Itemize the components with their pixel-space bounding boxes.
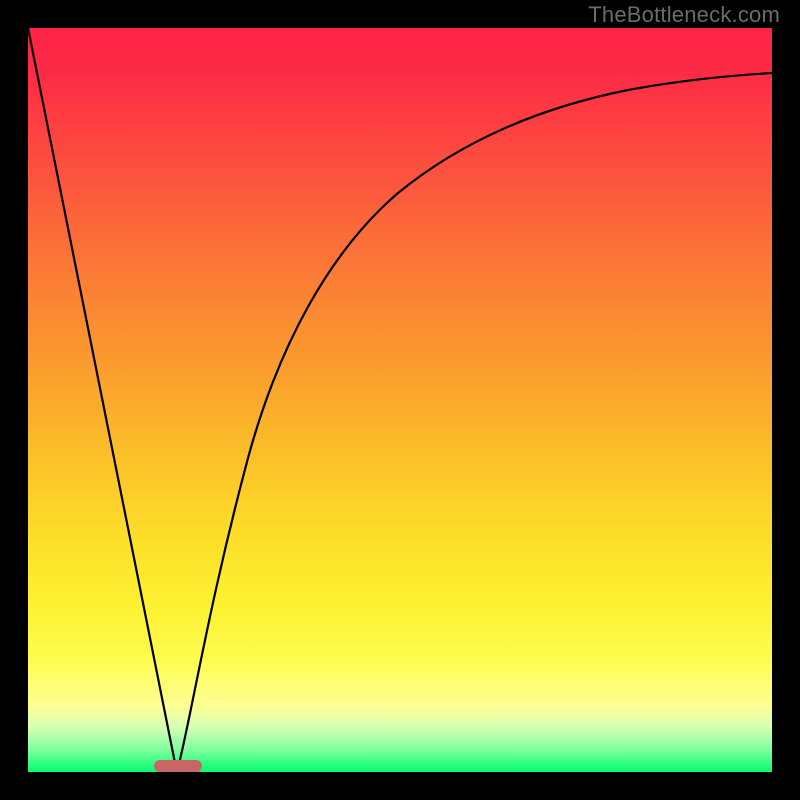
bottleneck-curve [28, 28, 772, 772]
plot-area [28, 28, 772, 772]
chart-frame: TheBottleneck.com [0, 0, 800, 800]
watermark-label: TheBottleneck.com [588, 2, 780, 28]
left-curve-branch [28, 28, 176, 768]
right-curve-branch [178, 73, 772, 768]
optimal-region-marker [154, 760, 202, 772]
